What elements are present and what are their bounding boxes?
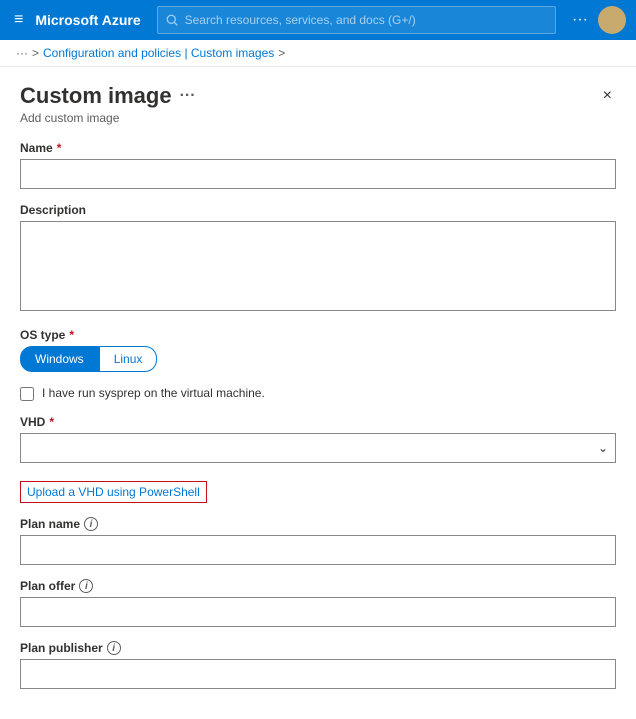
plan-offer-group: Plan offer i bbox=[20, 579, 616, 627]
os-windows-button[interactable]: Windows bbox=[20, 346, 99, 372]
breadcrumb-dots[interactable]: ··· bbox=[16, 46, 28, 60]
page-title-row: Custom image ··· × bbox=[20, 83, 616, 109]
azure-logo: Microsoft Azure bbox=[35, 12, 140, 28]
upload-vhd-link[interactable]: Upload a VHD using PowerShell bbox=[20, 481, 207, 503]
sysprep-label: I have run sysprep on the virtual machin… bbox=[42, 386, 265, 400]
plan-name-label: Plan name i bbox=[20, 517, 616, 531]
plan-name-info-icon[interactable]: i bbox=[84, 517, 98, 531]
plan-offer-info-icon[interactable]: i bbox=[79, 579, 93, 593]
os-type-toggle: Windows Linux bbox=[20, 346, 616, 372]
page-subtitle: Add custom image bbox=[20, 111, 616, 125]
name-input[interactable] bbox=[20, 159, 616, 189]
sysprep-checkbox[interactable] bbox=[20, 387, 34, 401]
breadcrumb: ··· > Configuration and policies | Custo… bbox=[0, 40, 636, 67]
ellipsis-icon[interactable]: ··· bbox=[572, 11, 588, 29]
plan-name-input[interactable] bbox=[20, 535, 616, 565]
os-linux-button[interactable]: Linux bbox=[99, 346, 158, 372]
vhd-label: VHD * bbox=[20, 415, 616, 429]
os-type-required-marker: * bbox=[69, 328, 74, 342]
vhd-field-group: VHD * ⌄ bbox=[20, 415, 616, 463]
breadcrumb-sep2: > bbox=[278, 46, 285, 60]
plan-publisher-label: Plan publisher i bbox=[20, 641, 616, 655]
plan-offer-label: Plan offer i bbox=[20, 579, 616, 593]
name-label: Name * bbox=[20, 141, 616, 155]
search-icon bbox=[166, 14, 179, 27]
plan-offer-input[interactable] bbox=[20, 597, 616, 627]
plan-publisher-info-icon[interactable]: i bbox=[107, 641, 121, 655]
plan-publisher-group: Plan publisher i bbox=[20, 641, 616, 689]
top-navigation: ≡ Microsoft Azure ··· bbox=[0, 0, 636, 40]
vhd-required-marker: * bbox=[49, 415, 54, 429]
breadcrumb-crumb1[interactable]: Configuration and policies | Custom imag… bbox=[43, 46, 274, 60]
plan-name-group: Plan name i bbox=[20, 517, 616, 565]
name-required-marker: * bbox=[57, 141, 62, 155]
page-title-text: Custom image bbox=[20, 83, 172, 109]
nav-right-icons: ··· bbox=[572, 6, 626, 34]
description-textarea[interactable] bbox=[20, 221, 616, 311]
main-content: Custom image ··· × Add custom image Name… bbox=[0, 67, 636, 719]
page-title: Custom image ··· bbox=[20, 83, 196, 109]
avatar[interactable] bbox=[598, 6, 626, 34]
os-type-label: OS type * bbox=[20, 328, 616, 342]
search-bar[interactable] bbox=[157, 6, 556, 34]
os-type-group: OS type * Windows Linux bbox=[20, 328, 616, 372]
page-title-dots[interactable]: ··· bbox=[180, 87, 196, 105]
breadcrumb-sep1: > bbox=[32, 46, 39, 60]
search-input[interactable] bbox=[185, 13, 547, 27]
name-field-group: Name * bbox=[20, 141, 616, 189]
sysprep-checkbox-row: I have run sysprep on the virtual machin… bbox=[20, 386, 616, 401]
hamburger-menu-icon[interactable]: ≡ bbox=[10, 7, 27, 33]
plan-publisher-input[interactable] bbox=[20, 659, 616, 689]
vhd-select[interactable] bbox=[20, 433, 616, 463]
vhd-select-wrapper: ⌄ bbox=[20, 433, 616, 463]
description-label: Description bbox=[20, 203, 616, 217]
description-field-group: Description bbox=[20, 203, 616, 314]
close-button[interactable]: × bbox=[599, 83, 616, 109]
